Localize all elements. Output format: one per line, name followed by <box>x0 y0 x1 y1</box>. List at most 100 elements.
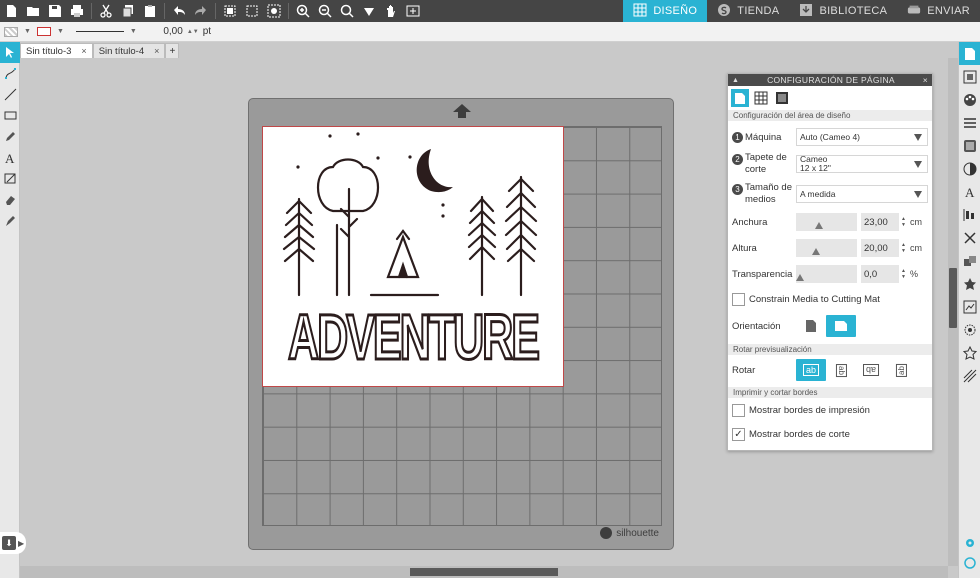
close-icon[interactable]: × <box>923 75 928 85</box>
paste-clipboard-icon[interactable] <box>139 0 161 22</box>
width-unit: cm <box>910 217 922 227</box>
redo-icon[interactable] <box>190 0 212 22</box>
slider-knob[interactable] <box>796 274 804 281</box>
grid-tab-icon[interactable] <box>752 89 770 107</box>
eraser-tool-icon[interactable] <box>0 189 20 210</box>
text-tool-icon[interactable]: A <box>0 147 20 168</box>
zoom-select-icon[interactable] <box>336 0 358 22</box>
line-width-field[interactable]: 0,00 <box>155 26 182 37</box>
doc-tab-1[interactable]: Sin título-3 × <box>20 43 93 58</box>
width-slider[interactable] <box>796 213 857 231</box>
transparency-icon[interactable] <box>959 157 980 180</box>
pen-tool-icon[interactable] <box>0 210 20 231</box>
select-tool-icon[interactable] <box>0 42 20 63</box>
select-all-icon[interactable] <box>219 0 241 22</box>
rotate-270-button[interactable]: ab <box>886 359 916 381</box>
portrait-orientation-icon[interactable] <box>796 315 826 337</box>
tab-diseno[interactable]: DISEÑO <box>623 0 708 22</box>
rotate-90-button[interactable]: ab <box>826 359 856 381</box>
pencil-tool-icon[interactable] <box>0 126 20 147</box>
height-slider[interactable] <box>796 239 857 257</box>
trace-image-icon[interactable] <box>959 295 980 318</box>
width-spinner[interactable]: ▲ ▼ <box>900 216 907 228</box>
media-select[interactable]: A medida <box>796 185 928 203</box>
constrain-checkbox[interactable] <box>732 293 745 306</box>
chevron-down-icon[interactable]: ▼ <box>57 28 64 35</box>
fill-swatch[interactable] <box>4 26 18 37</box>
adventure-design[interactable]: ADVENTURE <box>263 127 563 386</box>
library-expand-button[interactable]: ⬇ ▶ <box>0 532 26 554</box>
edit-points-icon[interactable] <box>0 63 20 84</box>
page-setup-icon[interactable] <box>959 42 980 65</box>
fit-to-page-icon[interactable] <box>402 0 424 22</box>
close-icon[interactable]: × <box>81 46 86 56</box>
line-tool-icon[interactable] <box>0 84 20 105</box>
mat-select[interactable]: Cameo 12 x 12" <box>796 155 928 173</box>
line-width-spinner[interactable]: ▲▼ <box>187 29 199 35</box>
offset-icon[interactable] <box>959 318 980 341</box>
open-folder-icon[interactable] <box>22 0 44 22</box>
collapse-chevron-icon[interactable]: ▲ <box>732 77 739 84</box>
close-icon[interactable]: × <box>154 46 159 56</box>
copy-icon[interactable] <box>117 0 139 22</box>
machine-select[interactable]: Auto (Cameo 4) <box>796 128 928 146</box>
scroll-thumb[interactable] <box>949 268 957 328</box>
fill-pattern-icon[interactable] <box>959 134 980 157</box>
width-input[interactable]: 23,00 <box>861 213 899 231</box>
pan-hand-icon[interactable] <box>380 0 402 22</box>
rhinestone-star-icon[interactable] <box>959 341 980 364</box>
background-tab-icon[interactable] <box>773 89 791 107</box>
line-style-preview[interactable] <box>75 31 124 32</box>
send-to-cut-icon[interactable] <box>959 65 980 88</box>
save-icon[interactable] <box>44 0 66 22</box>
chevron-down-icon[interactable]: ▼ <box>130 28 137 35</box>
transparency-spinner[interactable]: ▲ ▼ <box>900 268 907 280</box>
slider-knob[interactable] <box>814 222 823 229</box>
zoom-out-icon[interactable] <box>314 0 336 22</box>
zoom-in-icon[interactable] <box>292 0 314 22</box>
print-borders-checkbox[interactable] <box>732 403 745 417</box>
doc-tab-label: Sin título-4 <box>98 45 145 57</box>
transparency-slider[interactable] <box>796 265 857 283</box>
doc-tab-2[interactable]: Sin título-4 × <box>92 43 166 58</box>
tab-biblioteca[interactable]: BIBLIOTECA <box>789 0 897 22</box>
line-style-icon[interactable] <box>959 111 980 134</box>
landscape-orientation-icon[interactable] <box>826 315 856 337</box>
panel-header[interactable]: ▲ CONFIGURACIÓN DE PÁGINA × <box>728 74 932 86</box>
tab-tienda[interactable]: TIENDA <box>707 0 789 22</box>
page-setup-tab-icon[interactable] <box>731 89 749 107</box>
text-style-icon[interactable]: A <box>959 180 980 203</box>
height-spinner[interactable]: ▲ ▼ <box>900 242 907 254</box>
add-document-button[interactable]: + <box>165 43 180 58</box>
horizontal-scrollbar[interactable] <box>20 566 948 578</box>
transparency-input[interactable]: 0,0 <box>861 265 899 283</box>
rotate-180-button[interactable]: ab <box>856 359 886 381</box>
knife-tool-icon[interactable] <box>0 168 20 189</box>
fill-color-palette-icon[interactable] <box>959 88 980 111</box>
help-icon[interactable] <box>959 551 980 574</box>
chevron-down-icon[interactable]: ▼ <box>24 28 31 35</box>
modify-star-icon[interactable] <box>959 272 980 295</box>
brand-label: silhouette <box>616 527 659 539</box>
select-by-color-icon[interactable] <box>263 0 285 22</box>
new-document-icon[interactable] <box>0 0 22 22</box>
line-color-swatch[interactable] <box>36 27 51 36</box>
fit-to-window-icon[interactable] <box>358 0 380 22</box>
scroll-thumb[interactable] <box>410 568 558 576</box>
deselect-icon[interactable] <box>241 0 263 22</box>
transform-icon[interactable] <box>959 226 980 249</box>
rectangle-tool-icon[interactable] <box>0 105 20 126</box>
vertical-scrollbar[interactable] <box>948 58 958 566</box>
cut-scissors-icon[interactable] <box>95 0 117 22</box>
replicate-icon[interactable] <box>959 249 980 272</box>
height-input[interactable]: 20,00 <box>861 239 899 257</box>
sketch-icon[interactable] <box>959 364 980 387</box>
align-icon[interactable] <box>959 203 980 226</box>
slider-knob[interactable] <box>811 248 820 255</box>
tab-tienda-label: TIENDA <box>737 5 780 17</box>
print-icon[interactable] <box>66 0 88 22</box>
undo-icon[interactable] <box>168 0 190 22</box>
rotate-0-button[interactable]: ab <box>796 359 826 381</box>
cut-borders-checkbox[interactable]: ✓ <box>732 427 745 441</box>
tab-enviar[interactable]: ENVIAR <box>897 0 980 22</box>
